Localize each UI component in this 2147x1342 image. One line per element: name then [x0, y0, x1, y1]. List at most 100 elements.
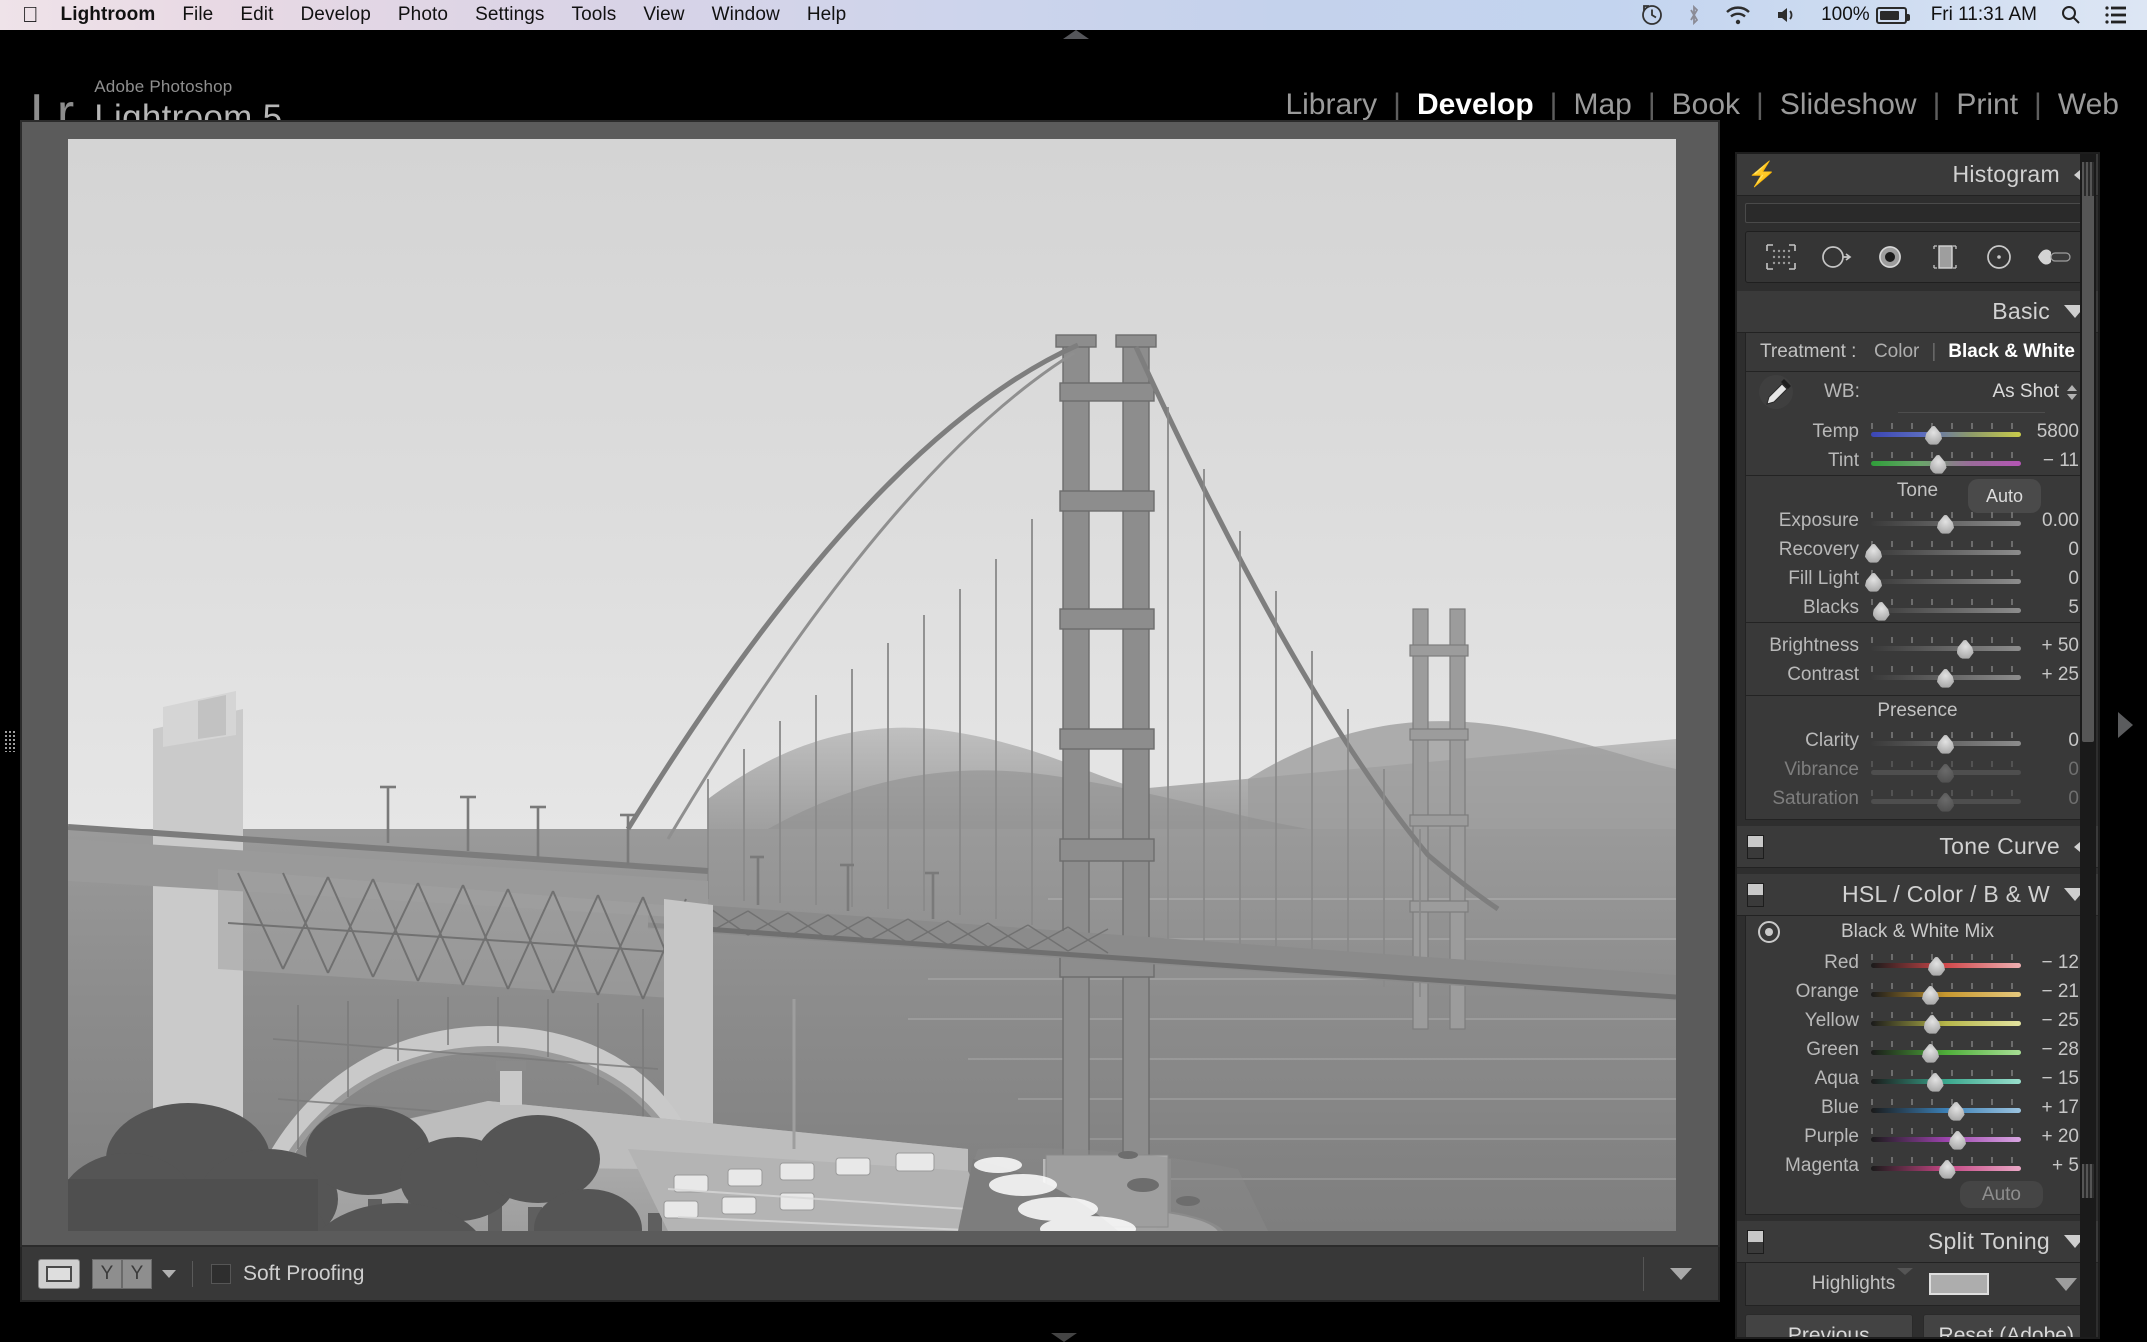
- fill-light-value[interactable]: 0: [2021, 568, 2079, 590]
- module-book[interactable]: Book: [1672, 88, 1740, 122]
- volume-icon[interactable]: [1775, 5, 1797, 25]
- top-panel-collapse-triangle-icon[interactable]: [1063, 30, 1089, 39]
- compare-before-button[interactable]: Y: [92, 1259, 122, 1289]
- scrollbar-thumb[interactable]: [2082, 182, 2094, 742]
- previous-button[interactable]: Previous: [1745, 1314, 1913, 1339]
- menu-item-photo[interactable]: Photo: [398, 4, 448, 26]
- wifi-icon[interactable]: [1725, 5, 1751, 25]
- contrast-slider[interactable]: [1871, 664, 2021, 686]
- basic-panel-header[interactable]: Basic: [1737, 291, 2098, 333]
- targeted-adjustment-tool-icon[interactable]: [1758, 921, 1780, 943]
- graduated-filter-icon[interactable]: [1925, 239, 1965, 275]
- clarity-value[interactable]: 0: [2021, 730, 2079, 752]
- recovery-slider[interactable]: [1871, 539, 2021, 561]
- slider-row-recovery[interactable]: Recovery 0: [1746, 535, 2089, 564]
- slider-row-brightness[interactable]: Brightness + 50: [1746, 631, 2089, 660]
- treatment-color-option[interactable]: Color: [1874, 341, 1919, 363]
- module-library[interactable]: Library: [1285, 88, 1377, 122]
- slider-row-yellow[interactable]: Yellow − 25: [1746, 1006, 2089, 1035]
- module-map[interactable]: Map: [1573, 88, 1631, 122]
- toolbar-chevron-down-icon[interactable]: [1670, 1268, 1692, 1280]
- purple-slider[interactable]: [1871, 1126, 2021, 1148]
- radial-filter-icon[interactable]: [1979, 239, 2019, 275]
- slider-row-purple[interactable]: Purple + 20: [1746, 1122, 2089, 1151]
- split-toning-panel-header[interactable]: Split Toning: [1737, 1221, 2098, 1263]
- triangle-down-icon[interactable]: [2055, 1278, 2077, 1291]
- brightness-slider[interactable]: [1871, 635, 2021, 657]
- highlights-color-swatch[interactable]: [1929, 1273, 1989, 1295]
- slider-row-blacks[interactable]: Blacks 5: [1746, 593, 2089, 622]
- red-eye-correction-icon[interactable]: [1870, 239, 1910, 275]
- slider-row-fill-light[interactable]: Fill Light 0: [1746, 564, 2089, 593]
- histogram-panel-header[interactable]: ⚡ Histogram: [1737, 154, 2098, 196]
- panel-switch-icon[interactable]: [1747, 835, 1764, 859]
- slider-row-clarity[interactable]: Clarity 0: [1746, 726, 2089, 755]
- photo-preview[interactable]: [68, 139, 1676, 1231]
- slider-row-contrast[interactable]: Contrast + 25: [1746, 660, 2089, 689]
- scrollbar-grip-top[interactable]: [2082, 162, 2094, 196]
- hsl-title[interactable]: HSL / Color / B & W: [1842, 881, 2050, 908]
- tint-value[interactable]: − 11: [2021, 450, 2079, 472]
- slider-row-aqua[interactable]: Aqua − 15: [1746, 1064, 2089, 1093]
- compare-after-button[interactable]: Y: [122, 1259, 152, 1289]
- left-panel-collapse-handle[interactable]: [4, 730, 16, 752]
- yellow-value[interactable]: − 25: [2021, 1010, 2079, 1032]
- purple-value[interactable]: + 20: [2021, 1126, 2079, 1148]
- aqua-slider[interactable]: [1871, 1068, 2021, 1090]
- right-panel-collapse-triangle-icon[interactable]: [2118, 712, 2133, 738]
- bluetooth-icon[interactable]: [1687, 4, 1701, 26]
- magenta-slider[interactable]: [1871, 1155, 2021, 1177]
- slider-row-temp[interactable]: Temp 5800: [1746, 417, 2089, 446]
- aqua-value[interactable]: − 15: [2021, 1068, 2079, 1090]
- panel-switch-icon[interactable]: [1747, 1230, 1764, 1254]
- adjustment-brush-icon[interactable]: [2034, 239, 2074, 275]
- menu-item-edit[interactable]: Edit: [240, 4, 273, 26]
- compare-view-buttons[interactable]: Y Y: [92, 1259, 152, 1289]
- panel-switch-icon[interactable]: [1747, 883, 1764, 907]
- image-canvas[interactable]: [20, 120, 1720, 1247]
- brightness-value[interactable]: + 50: [2021, 635, 2079, 657]
- module-develop[interactable]: Develop: [1417, 88, 1534, 122]
- notification-center-icon[interactable]: [2105, 6, 2127, 24]
- fill-light-slider[interactable]: [1871, 568, 2021, 590]
- blacks-slider[interactable]: [1871, 597, 2021, 619]
- soft-proofing-checkbox[interactable]: [211, 1264, 231, 1284]
- panel-end-triangle-icon[interactable]: [1897, 1268, 1913, 1275]
- tint-slider[interactable]: [1871, 450, 2021, 472]
- slider-row-orange[interactable]: Orange − 21: [1746, 977, 2089, 1006]
- right-panel-scrollbar[interactable]: [2080, 154, 2096, 1337]
- slider-row-tint[interactable]: Tint − 11: [1746, 446, 2089, 475]
- hsl-panel-header[interactable]: HSL / Color / B & W: [1737, 874, 2098, 916]
- wb-stepper-icon[interactable]: [2067, 385, 2077, 400]
- temp-value[interactable]: 5800: [2021, 421, 2079, 443]
- green-slider[interactable]: [1871, 1039, 2021, 1061]
- treatment-bw-option[interactable]: Black & White: [1948, 341, 2075, 363]
- slider-row-green[interactable]: Green − 28: [1746, 1035, 2089, 1064]
- apple-logo-icon[interactable]: : [22, 4, 39, 26]
- temp-slider[interactable]: [1871, 421, 2021, 443]
- orange-value[interactable]: − 21: [2021, 981, 2079, 1003]
- module-web[interactable]: Web: [2058, 88, 2119, 122]
- menu-item-view[interactable]: View: [643, 4, 684, 26]
- menu-item-tools[interactable]: Tools: [572, 4, 617, 26]
- red-value[interactable]: − 12: [2021, 952, 2079, 974]
- yellow-slider[interactable]: [1871, 1010, 2021, 1032]
- recovery-value[interactable]: 0: [2021, 539, 2079, 561]
- loupe-view-icon[interactable]: [38, 1259, 80, 1289]
- menu-item-file[interactable]: File: [182, 4, 213, 26]
- soft-proofing-label[interactable]: Soft Proofing: [243, 1262, 364, 1286]
- menu-item-develop[interactable]: Develop: [300, 4, 370, 26]
- slider-row-blue[interactable]: Blue + 17: [1746, 1093, 2089, 1122]
- lightning-bolt-icon[interactable]: ⚡: [1747, 163, 1777, 187]
- menu-item-settings[interactable]: Settings: [475, 4, 544, 26]
- tone-curve-panel-header[interactable]: Tone Curve: [1737, 826, 2098, 868]
- bw-auto-button[interactable]: Auto: [1960, 1181, 2043, 1208]
- spotlight-search-icon[interactable]: [2061, 5, 2081, 25]
- contrast-value[interactable]: + 25: [2021, 664, 2079, 686]
- clarity-slider[interactable]: [1871, 730, 2021, 752]
- tone-auto-button[interactable]: Auto: [1968, 479, 2041, 513]
- menu-clock[interactable]: Fri 11:31 AM: [1931, 4, 2037, 26]
- blue-slider[interactable]: [1871, 1097, 2021, 1119]
- spot-removal-icon[interactable]: [1816, 239, 1856, 275]
- blacks-value[interactable]: 5: [2021, 597, 2079, 619]
